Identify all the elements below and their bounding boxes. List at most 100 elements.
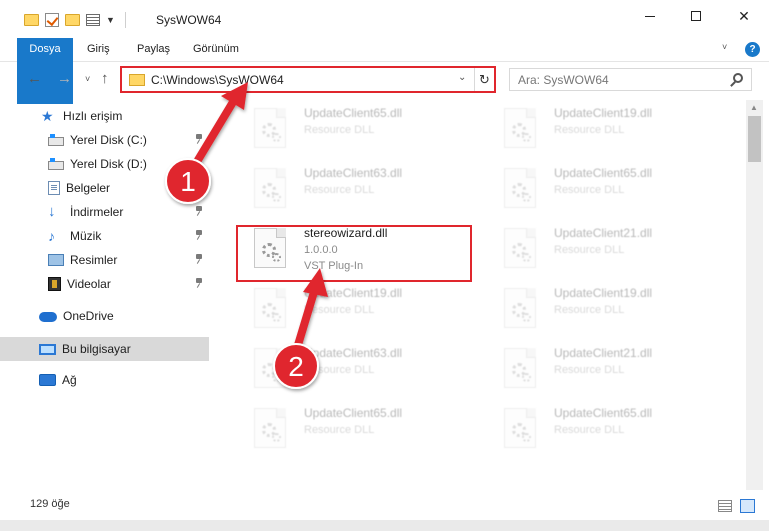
window-title: SysWOW64 — [156, 13, 222, 27]
file-list: UpdateClient65.dll Resource DLL UpdateCl… — [216, 100, 746, 490]
address-path[interactable]: C:\Windows\SysWOW64 — [151, 73, 284, 87]
toolbar-divider — [124, 12, 126, 28]
star-icon: ★ — [41, 108, 54, 124]
sidebar-item-label: Yerel Disk (D:) — [70, 157, 147, 171]
sidebar-item-pictures[interactable]: Resimler — [0, 248, 209, 272]
help-button[interactable]: ? — [745, 42, 760, 57]
sidebar-item-label: Hızlı erişim — [63, 109, 123, 123]
sidebar-item-downloads[interactable]: ↓ İndirmeler — [0, 200, 209, 224]
music-icon: ♪ — [48, 228, 55, 244]
disk-icon — [48, 134, 64, 146]
dll-file-icon — [254, 168, 286, 208]
pin-icon — [195, 254, 203, 264]
onedrive-icon — [39, 312, 57, 322]
file-item[interactable]: UpdateClient21.dll Resource DLL — [486, 218, 722, 284]
search-input[interactable]: Ara: SysWOW64 — [518, 73, 609, 87]
file-item[interactable]: UpdateClient65.dll Resource DLL — [486, 158, 722, 224]
vertical-scrollbar[interactable]: ▲ — [746, 100, 763, 490]
dll-file-icon — [254, 408, 286, 448]
refresh-button[interactable]: ↻ — [474, 68, 494, 91]
dll-file-icon — [504, 108, 536, 148]
navigation-pane: ★ Hızlı erişim Yerel Disk (C:) Yerel Dis… — [0, 100, 216, 490]
file-item[interactable]: UpdateClient19.dll Resource DLL — [486, 100, 722, 164]
up-button[interactable]: ↑ — [101, 70, 109, 87]
sidebar-item-network[interactable]: Ağ — [0, 368, 209, 392]
file-description: Resource DLL — [304, 184, 375, 196]
sidebar-item-label: Videolar — [67, 277, 111, 291]
file-highlight-box — [236, 225, 472, 282]
sidebar-item-local-disk-d[interactable]: Yerel Disk (D:) — [0, 152, 209, 176]
file-description: Resource DLL — [554, 124, 625, 136]
maximize-button[interactable] — [673, 0, 719, 32]
tab-home[interactable]: Giriş — [77, 38, 120, 61]
scroll-thumb[interactable] — [748, 116, 761, 162]
properties-check-icon[interactable] — [45, 13, 59, 27]
sidebar-item-music[interactable]: ♪ Müzik — [0, 224, 209, 248]
tiles-view-icon[interactable] — [740, 499, 755, 513]
back-button[interactable]: ← — [27, 70, 42, 87]
file-item[interactable]: UpdateClient63.dll Resource DLL — [236, 338, 472, 404]
file-name: UpdateClient65.dll — [304, 106, 403, 120]
file-description: Resource DLL — [554, 364, 625, 376]
ribbon-tabs: Dosya Giriş Paylaş Görünüm ˅ ? — [0, 38, 769, 104]
tab-share[interactable]: Paylaş — [127, 38, 180, 61]
sidebar-item-documents[interactable]: Belgeler — [0, 176, 209, 200]
file-item[interactable]: UpdateClient21.dll Resource DLL — [486, 338, 722, 404]
file-item[interactable]: UpdateClient65.dll Resource DLL — [486, 398, 722, 464]
file-description: Resource DLL — [304, 364, 375, 376]
download-icon: ↓ — [48, 203, 56, 220]
file-name: UpdateClient21.dll — [554, 346, 653, 360]
pin-icon — [195, 206, 203, 216]
pin-icon — [195, 278, 203, 288]
disk-icon — [48, 158, 64, 170]
file-name: UpdateClient63.dll — [304, 166, 403, 180]
recent-locations-button[interactable]: ˅ — [85, 74, 90, 84]
folder-icon — [24, 14, 39, 26]
item-count: 129 öğe — [30, 498, 70, 510]
sidebar-item-label: Yerel Disk (C:) — [70, 133, 147, 147]
status-bar: 129 öğe — [0, 490, 769, 520]
sidebar-item-this-pc[interactable]: Bu bilgisayar — [0, 337, 209, 361]
search-box[interactable]: Ara: SysWOW64 — [509, 68, 752, 91]
new-folder-icon[interactable] — [65, 14, 80, 26]
sidebar-item-onedrive[interactable]: OneDrive — [0, 304, 209, 328]
file-item[interactable]: UpdateClient19.dll Resource DLL — [486, 278, 722, 344]
file-item[interactable]: UpdateClient19.dll Resource DLL — [236, 278, 472, 344]
file-item[interactable]: UpdateClient65.dll Resource DLL — [236, 398, 472, 464]
customize-toolbar-icon[interactable]: ▼ — [106, 15, 115, 25]
address-dropdown-icon[interactable]: ⌄ — [458, 72, 466, 83]
file-name: UpdateClient19.dll — [554, 106, 653, 120]
file-description: Resource DLL — [554, 244, 625, 256]
file-description: Resource DLL — [554, 424, 625, 436]
sidebar-item-quick-access[interactable]: ★ Hızlı erişim — [0, 104, 209, 128]
sidebar-item-label: Müzik — [70, 229, 102, 243]
properties-icon[interactable] — [86, 14, 100, 26]
tab-view[interactable]: Görünüm — [183, 38, 249, 61]
dll-file-icon — [254, 348, 286, 388]
close-icon: ✕ — [738, 7, 750, 24]
folder-icon — [129, 74, 145, 86]
navigation-bar: ← → ˅ ↑ C:\Windows\SysWOW64 ⌄ ↻ Ara: Sys… — [0, 62, 769, 98]
sidebar-item-videos[interactable]: Videolar — [0, 272, 209, 296]
dll-file-icon — [504, 408, 536, 448]
details-view-icon[interactable] — [718, 500, 732, 512]
address-bar[interactable]: C:\Windows\SysWOW64 ⌄ ↻ — [120, 66, 496, 93]
pictures-icon — [48, 254, 64, 266]
network-icon — [39, 374, 56, 386]
dll-file-icon — [254, 108, 286, 148]
sidebar-item-label: İndirmeler — [70, 205, 124, 219]
file-item[interactable]: UpdateClient65.dll Resource DLL — [236, 100, 472, 164]
dll-file-icon — [504, 168, 536, 208]
expand-ribbon-icon[interactable]: ˅ — [722, 42, 727, 52]
file-item[interactable]: UpdateClient63.dll Resource DLL — [236, 158, 472, 224]
this-pc-icon — [39, 343, 56, 355]
sidebar-item-local-disk-c[interactable]: Yerel Disk (C:) — [0, 128, 209, 152]
minimize-button[interactable] — [627, 0, 673, 32]
search-icon[interactable] — [733, 73, 743, 83]
file-description: Resource DLL — [304, 124, 375, 136]
file-name: UpdateClient65.dll — [304, 406, 403, 420]
title-bar: ▼ SysWOW64 ✕ — [0, 0, 769, 40]
forward-button[interactable]: → — [57, 70, 72, 87]
scroll-up-icon[interactable]: ▲ — [750, 103, 758, 112]
close-button[interactable]: ✕ — [719, 0, 769, 32]
